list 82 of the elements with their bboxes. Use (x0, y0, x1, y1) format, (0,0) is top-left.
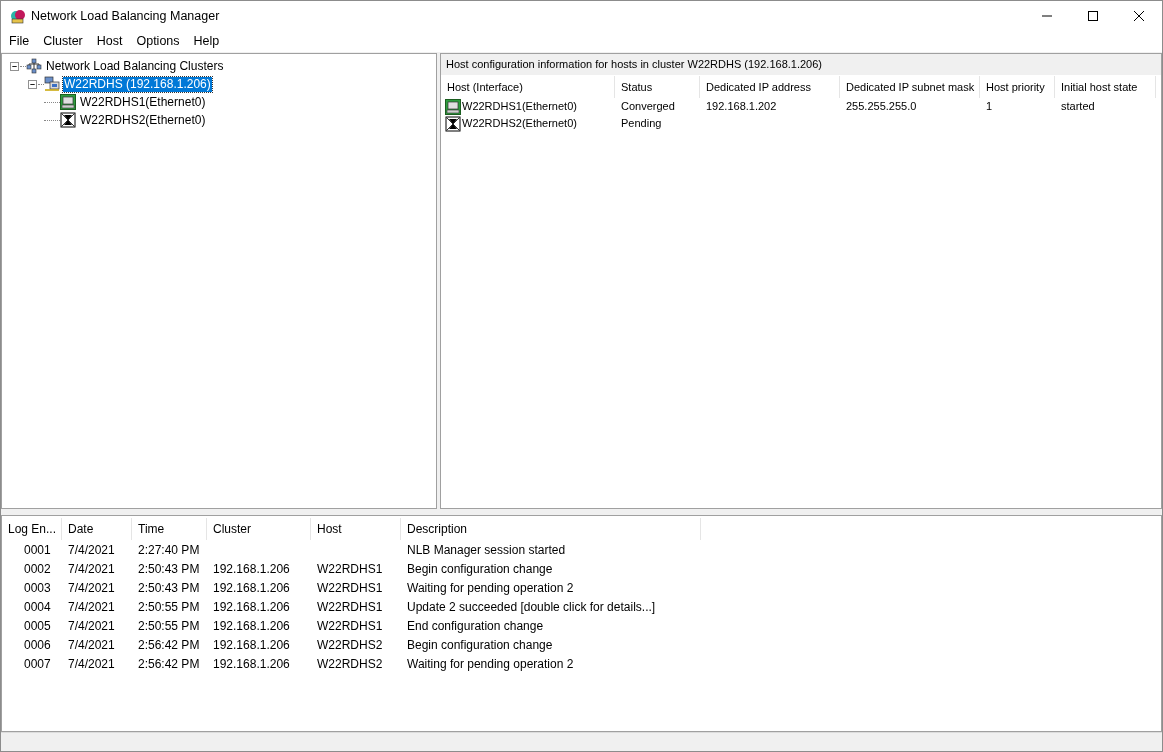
table-cell-text: NLB Manager session started (406, 541, 567, 559)
table-cell-text: W22RDHS1 (316, 617, 384, 635)
column-header[interactable]: Dedicated IP subnet mask (840, 76, 980, 98)
table-cell-text: 1 (985, 99, 994, 115)
table-cell-text: 2:27:40 PM (137, 541, 201, 559)
table-cell-text: 7/4/2021 (67, 617, 116, 635)
tree-item[interactable]: W22RDHS (192.168.1.206) (63, 76, 212, 92)
window-title: Network Load Balancing Manager (31, 7, 220, 25)
table-cell-text: Update 2 succeeded [double click for details...] (406, 598, 657, 616)
table-cell-text: 2:50:55 PM (137, 598, 201, 616)
table-cell-text: 7/4/2021 (67, 598, 116, 616)
maximize-icon (1088, 11, 1098, 21)
app-icon (10, 8, 26, 24)
column-header[interactable]: Log En... (2, 518, 62, 540)
column-header[interactable]: Date (62, 518, 132, 540)
host-name: W22RDHS1(Ethernet0) (462, 99, 577, 115)
table-cell-text: 0007 (23, 655, 52, 673)
tree-item[interactable]: W22RDHS1(Ethernet0) (79, 94, 207, 110)
table-cell-text: 7/4/2021 (67, 579, 116, 597)
table-cell-text: 0004 (23, 598, 52, 616)
table-cell-text: 0006 (23, 636, 52, 654)
computer-icon (60, 94, 76, 110)
table-cell-text: 192.168.1.202 (705, 99, 778, 115)
table-cell-text: 0003 (23, 579, 52, 597)
table-cell-text: 2:56:42 PM (137, 636, 201, 654)
hourglass-icon (60, 112, 76, 128)
table-cell-text: 192.168.1.206 (212, 617, 291, 635)
column-header[interactable]: Status (615, 76, 700, 98)
table-cell-text: 7/4/2021 (67, 560, 116, 578)
column-header[interactable]: Host priority (980, 76, 1055, 98)
table-cell-text: W22RDHS2 (316, 655, 384, 673)
tree-item[interactable]: Network Load Balancing Clusters (45, 58, 225, 74)
table-cell-text: W22RDHS1 (316, 579, 384, 597)
panel-caption: Host configuration information for hosts in cluster W22RDHS (192.168.1.206) (441, 54, 1161, 76)
table-cell-text: 7/4/2021 (67, 541, 116, 559)
column-header[interactable]: Host (311, 518, 401, 540)
table-cell-text: 7/4/2021 (67, 655, 116, 673)
expander-icon[interactable] (28, 79, 37, 89)
menu-item[interactable]: Options (129, 32, 187, 51)
table-cell-text: 192.168.1.206 (212, 598, 291, 616)
column-header[interactable]: Cluster (207, 518, 311, 540)
table-cell-text: Pending (620, 116, 663, 132)
table-cell-text: 192.168.1.206 (212, 560, 291, 578)
network-icon (26, 58, 42, 74)
table-cell-text: 255.255.255.0 (845, 99, 918, 115)
column-header[interactable]: Description (401, 518, 701, 540)
hourglass-icon (445, 115, 461, 132)
table-cell-text: 0002 (23, 560, 52, 578)
column-header[interactable]: Dedicated IP address (700, 76, 840, 98)
close-icon (1134, 11, 1144, 21)
table-cell-text: 2:50:55 PM (137, 617, 201, 635)
table-cell-text: Converged (620, 99, 676, 115)
table-cell-text: 2:50:43 PM (137, 579, 201, 597)
table-cell-text: W22RDHS1 (316, 598, 384, 616)
column-header[interactable]: Time (132, 518, 207, 540)
menu-item[interactable]: File (2, 32, 37, 51)
table-cell-text: Begin configuration change (406, 636, 554, 654)
table-cell-text: 7/4/2021 (67, 636, 116, 654)
table-cell-text: 0001 (23, 541, 52, 559)
table-cell-text: W22RDHS1 (316, 560, 384, 578)
expander-icon[interactable] (10, 61, 19, 71)
table-cell-text: W22RDHS2 (316, 636, 384, 654)
table-cell-text: Waiting for pending operation 2 (406, 655, 575, 673)
table-cell-text: Begin configuration change (406, 560, 554, 578)
table-cell-text: 2:56:42 PM (137, 655, 201, 673)
computers-icon (44, 76, 60, 92)
column-header[interactable]: Host (Interface) (441, 76, 615, 98)
column-header[interactable]: Initial host state (1055, 76, 1156, 98)
computer-icon (445, 98, 461, 115)
table-cell-text: End configuration change (406, 617, 545, 635)
menu-item[interactable]: Cluster (36, 32, 90, 51)
table-cell-text: 0005 (23, 617, 52, 635)
table-cell-text: Waiting for pending operation 2 (406, 579, 575, 597)
table-cell-text: 2:50:43 PM (137, 560, 201, 578)
table-cell-text: started (1060, 99, 1096, 115)
host-name: W22RDHS2(Ethernet0) (462, 116, 577, 132)
menu-item[interactable]: Host (89, 32, 130, 51)
tree-item[interactable]: W22RDHS2(Ethernet0) (79, 112, 207, 128)
menu-item[interactable]: Help (186, 32, 227, 51)
table-cell-text: 192.168.1.206 (212, 579, 291, 597)
table-cell-text: 192.168.1.206 (212, 636, 291, 654)
table-cell-text: 192.168.1.206 (212, 655, 291, 673)
